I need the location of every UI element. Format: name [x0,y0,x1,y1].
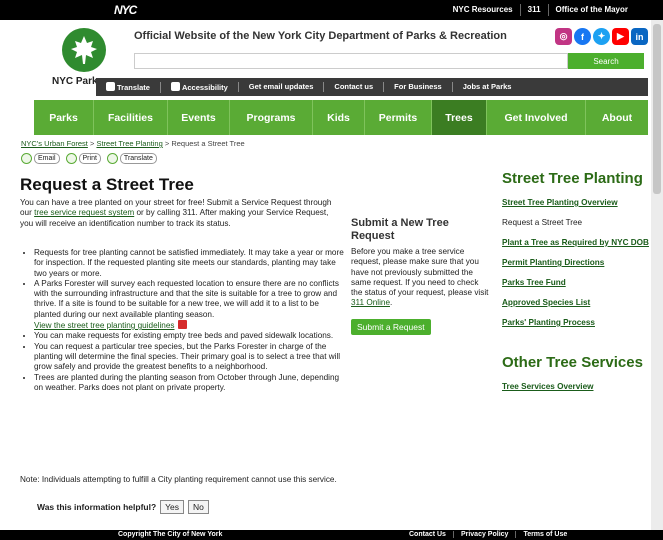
nav-facilities[interactable]: Facilities [94,100,168,135]
nav-events[interactable]: Events [168,100,230,135]
tree-service-request-link[interactable]: tree service request system [34,208,134,217]
share-print[interactable]: Print [65,153,101,164]
utility-contact-us[interactable]: Contact us [323,82,383,92]
breadcrumb-urban-forest[interactable]: NYC's Urban Forest [21,139,88,148]
top-link-nyc-resources[interactable]: NYC Resources [446,4,520,16]
share-tools: Email Print Translate [21,153,157,164]
nav-trees[interactable]: Trees [432,100,487,135]
311-online-link[interactable]: 311 Online [351,298,390,307]
nyc-parks-leaf-logo[interactable] [62,28,106,72]
footer-copyright: Copyright The City of New York [118,531,223,538]
footer: Copyright The City of New York Contact U… [0,530,663,540]
site-title: Official Website of the New York City De… [134,30,507,42]
search-input[interactable] [134,53,568,69]
utility-accessibility[interactable]: Accessibility [159,81,238,93]
list-item: You can request a particular tree specie… [34,342,345,373]
sidebar-link-planting-process[interactable]: Parks' Planting Process [502,318,650,328]
youtube-icon[interactable]: ▶ [612,28,629,45]
intro-paragraph: You can have a tree planted on your stre… [20,198,332,228]
feedback-yes-button[interactable]: Yes [160,500,185,514]
feedback-no-button[interactable]: No [188,500,209,514]
footer-contact-us[interactable]: Contact Us [402,531,453,538]
translate-icon [106,153,118,164]
utility-email-updates[interactable]: Get email updates [237,82,324,92]
footer-terms-of-use[interactable]: Terms of Use [515,531,574,538]
accessibility-icon [170,81,180,91]
twitter-icon[interactable]: ✦ [593,28,610,45]
search-button[interactable]: Search [568,53,644,69]
nav-about[interactable]: About [586,100,648,135]
facebook-icon[interactable]: f [574,28,591,45]
info-bullets: Requests for tree planting cannot be sat… [20,248,345,393]
sidebar-link-overview[interactable]: Street Tree Planting Overview [502,198,650,208]
pdf-icon [177,320,187,330]
email-icon [21,153,32,164]
list-item: A Parks Forester will survey each reques… [34,279,345,331]
submit-box-title: Submit a New Tree Request [351,217,449,242]
submit-box-text: Before you make a tree service request, … [351,247,489,308]
top-link-311[interactable]: 311 [519,4,548,16]
planting-guidelines-link[interactable]: View the street tree planting guidelines [34,321,175,330]
feedback-question: Was this information helpful? [37,502,157,512]
list-item: You can make requests for existing empty… [34,331,345,341]
right-sidebar: Street Tree Planting Street Tree Plantin… [502,170,650,392]
maple-leaf-icon [71,36,97,64]
share-translate[interactable]: Translate [106,153,157,164]
list-item: Trees are planted during the planting se… [34,373,345,394]
linkedin-icon[interactable]: in [631,28,648,45]
top-link-office-of-the-mayor[interactable]: Office of the Mayor [547,4,635,16]
translate-icon [106,81,115,91]
instagram-icon[interactable]: ◎ [555,28,572,45]
nyc-top-bar: NYC NYC Resources 311 Office of the Mayo… [0,0,663,20]
breadcrumb-street-tree-planting[interactable]: Street Tree Planting [96,139,162,148]
sidebar-link-tree-fund[interactable]: Parks Tree Fund [502,278,650,288]
feedback-bar: Was this information helpful? Yes No [37,500,209,514]
nav-permits[interactable]: Permits [365,100,432,135]
sidebar-link-dob[interactable]: Plant a Tree as Required by NYC DOB [502,238,650,248]
list-item: Requests for tree planting cannot be sat… [34,248,345,279]
main-nav: Parks Facilities Events Programs Kids Pe… [34,100,648,135]
utility-translate[interactable]: Translate [96,81,160,93]
sidebar-item-current: Request a Street Tree [502,218,583,227]
utility-for-business[interactable]: For Business [383,82,452,92]
sidebar-title-street-tree-planting: Street Tree Planting [502,170,643,187]
nav-get-involved[interactable]: Get Involved [487,100,586,135]
note-text: Note: Individuals attempting to fulfill … [20,475,337,484]
top-links: NYC Resources 311 Office of the Mayor [446,0,635,20]
share-email[interactable]: Email [21,153,60,164]
nyc-logo[interactable]: NYC [114,3,137,17]
footer-privacy-policy[interactable]: Privacy Policy [452,531,515,538]
submit-request-button[interactable]: Submit a Request [351,318,431,335]
breadcrumb-current: Request a Street Tree [171,139,245,148]
sidebar-link-permit-directions[interactable]: Permit Planting Directions [502,258,650,268]
scrollbar-thumb[interactable] [653,24,661,194]
page-content: NYC Parks Official Website of the New Yo… [0,20,651,530]
print-icon [65,153,77,164]
utility-nav: Translate Accessibility Get email update… [96,78,648,96]
nav-programs[interactable]: Programs [230,100,313,135]
sidebar-title-other-services: Other Tree Services [502,354,643,371]
page-title: Request a Street Tree [20,175,194,194]
sidebar-link-services-overview[interactable]: Tree Services Overview [502,382,650,392]
breadcrumb: NYC's Urban Forest > Street Tree Plantin… [21,139,245,148]
nav-parks[interactable]: Parks [34,100,94,135]
nav-kids[interactable]: Kids [313,100,365,135]
scrollbar[interactable] [651,20,663,530]
utility-jobs-at-parks[interactable]: Jobs at Parks [451,82,522,92]
social-icons: ◎ f ✦ ▶ in [555,28,648,45]
submit-request-box: Submit a New Tree Request Before you mak… [351,217,491,335]
footer-links: Contact Us Privacy Policy Terms of Use [402,531,574,538]
sidebar-link-species-list[interactable]: Approved Species List [502,298,650,308]
